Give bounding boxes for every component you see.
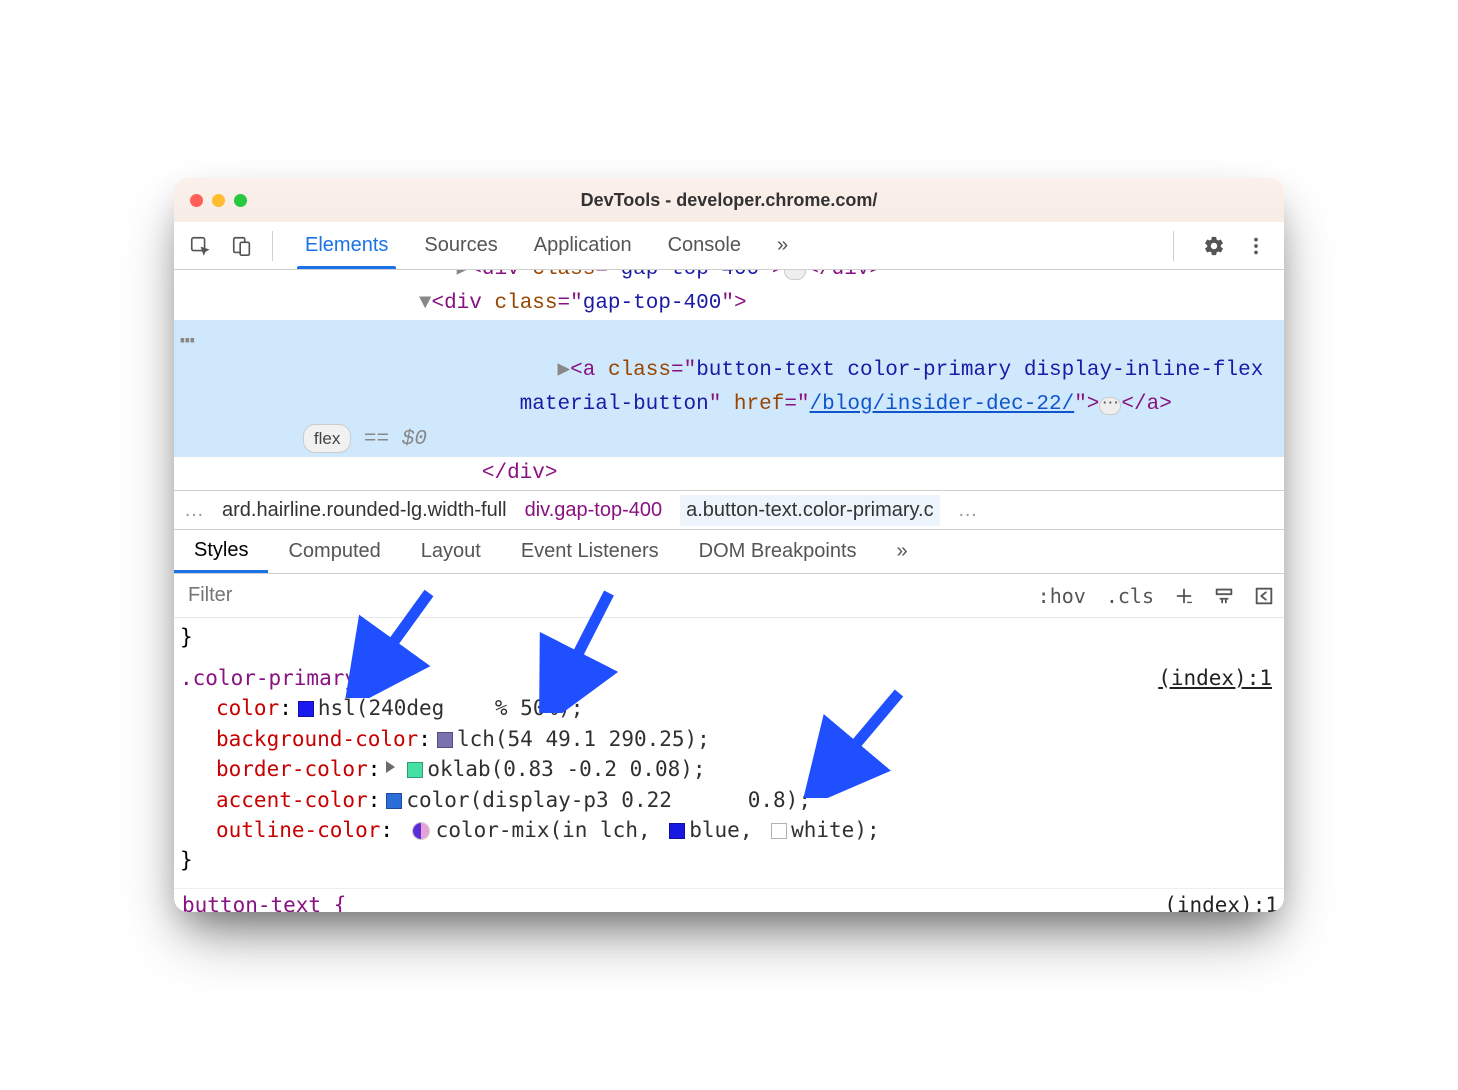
cls-toggle[interactable]: .cls	[1096, 584, 1164, 608]
crumb-overflow-right[interactable]: …	[958, 499, 978, 522]
subtab-event-listeners[interactable]: Event Listeners	[501, 530, 679, 573]
zoom-icon[interactable]	[234, 194, 247, 207]
color-mix-swatch-icon[interactable]	[412, 822, 430, 840]
filter-input[interactable]	[174, 584, 1028, 607]
css-rule-partial[interactable]: (index):1 button-text {	[174, 889, 1284, 912]
flex-badge[interactable]: flex	[303, 424, 351, 453]
inspect-element-icon[interactable]	[184, 230, 216, 262]
ellipsis-icon[interactable]: ⋯	[784, 270, 806, 280]
breadcrumb[interactable]: … ard.hairline.rounded-lg.width-full div…	[174, 490, 1284, 530]
subtabs-overflow-icon[interactable]: »	[877, 530, 928, 573]
panel-tabs: Elements Sources Application Console »	[287, 222, 806, 269]
toolbar: Elements Sources Application Console »	[174, 222, 1284, 270]
href-link[interactable]: /blog/insider-dec-22/	[810, 393, 1075, 416]
styles-tabs: Styles Computed Layout Event Listeners D…	[174, 530, 1284, 574]
css-declaration-accent-color[interactable]: accent-color:color(display-p3 0.22 0.46 …	[216, 785, 1278, 815]
expand-triangle-icon[interactable]	[386, 761, 395, 773]
tab-sources[interactable]: Sources	[406, 222, 515, 269]
styles-panel[interactable]: } (index):1 .color-primary { color:hsl(2…	[174, 618, 1284, 888]
dom-node-selected[interactable]: ⋯ ▶<a class="button-text color-primary d…	[174, 320, 1284, 456]
rendering-emulations-icon[interactable]	[1208, 580, 1240, 612]
styles-filter-bar: :hov .cls	[174, 574, 1284, 618]
rule-close-brace: }	[180, 845, 1278, 875]
css-declaration-color[interactable]: color:hsl(240deg 100% 50%);	[216, 693, 1278, 723]
dom-node-div-collapsed[interactable]: ▶<div class="gap-top-400">⋯</div>	[174, 270, 1284, 287]
source-link[interactable]: (index):1	[1158, 663, 1272, 693]
minimize-icon[interactable]	[212, 194, 225, 207]
collapse-triangle-icon[interactable]: ▼	[419, 292, 432, 315]
new-style-rule-icon[interactable]	[1168, 580, 1200, 612]
css-declaration-background-color[interactable]: background-color:lch(54 49.1 290.25);	[216, 724, 1278, 754]
settings-icon[interactable]	[1198, 230, 1230, 262]
dom-node-div-expanded[interactable]: ▼<div class="gap-top-400">	[174, 287, 1284, 321]
tab-application[interactable]: Application	[516, 222, 650, 269]
traffic-lights	[190, 194, 247, 207]
dom-node-closing[interactable]: </div>	[174, 457, 1284, 491]
separator	[272, 231, 273, 261]
css-selector[interactable]: .color-primary	[180, 666, 357, 690]
css-declaration-outline-color[interactable]: outline-color: color-mix(in lch, blue, w…	[216, 815, 1278, 845]
device-toolbar-icon[interactable]	[226, 230, 258, 262]
crumb-item[interactable]: ard.hairline.rounded-lg.width-full	[222, 499, 507, 522]
color-swatch-icon[interactable]	[771, 823, 787, 839]
rule-close-brace: }	[180, 622, 1278, 652]
color-swatch-icon[interactable]	[298, 701, 314, 717]
subtab-layout[interactable]: Layout	[401, 530, 501, 573]
source-link[interactable]: (index):1	[1164, 893, 1278, 912]
subtab-computed[interactable]: Computed	[268, 530, 400, 573]
devtools-window: DevTools - developer.chrome.com/ Element…	[174, 178, 1284, 912]
window-title: DevTools - developer.chrome.com/	[174, 190, 1284, 211]
color-swatch-icon[interactable]	[669, 823, 685, 839]
tabs-overflow-icon[interactable]: »	[759, 222, 806, 269]
crumb-overflow-left[interactable]: …	[184, 499, 204, 522]
css-declaration-border-color[interactable]: border-color:oklab(0.83 -0.2 0.08);	[216, 754, 1278, 784]
titlebar: DevTools - developer.chrome.com/	[174, 178, 1284, 222]
color-swatch-icon[interactable]	[407, 762, 423, 778]
tab-console[interactable]: Console	[650, 222, 759, 269]
computed-sidebar-icon[interactable]	[1248, 580, 1280, 612]
hover-toggle[interactable]: :hov	[1028, 584, 1096, 608]
separator	[1173, 231, 1174, 261]
subtab-dom-breakpoints[interactable]: DOM Breakpoints	[679, 530, 877, 573]
kebab-menu-icon[interactable]	[1240, 230, 1272, 262]
selected-gutter-icon: ⋯	[180, 322, 193, 362]
subtab-styles[interactable]: Styles	[174, 530, 268, 573]
crumb-item[interactable]: div.gap-top-400	[525, 499, 663, 522]
expand-triangle-icon[interactable]: ▶	[557, 359, 570, 382]
dom-tree[interactable]: ▶<div class="gap-top-400">⋯</div> ▼<div …	[174, 270, 1284, 490]
crumb-item-selected[interactable]: a.button-text.color-primary.c	[680, 495, 940, 526]
color-swatch-icon[interactable]	[386, 793, 402, 809]
ellipsis-icon[interactable]: ⋯	[1099, 397, 1121, 415]
tab-elements[interactable]: Elements	[287, 222, 406, 269]
close-icon[interactable]	[190, 194, 203, 207]
dollar0-reference: $0	[402, 428, 427, 451]
expand-triangle-icon[interactable]: ▶	[457, 270, 470, 281]
color-swatch-icon[interactable]	[437, 732, 453, 748]
